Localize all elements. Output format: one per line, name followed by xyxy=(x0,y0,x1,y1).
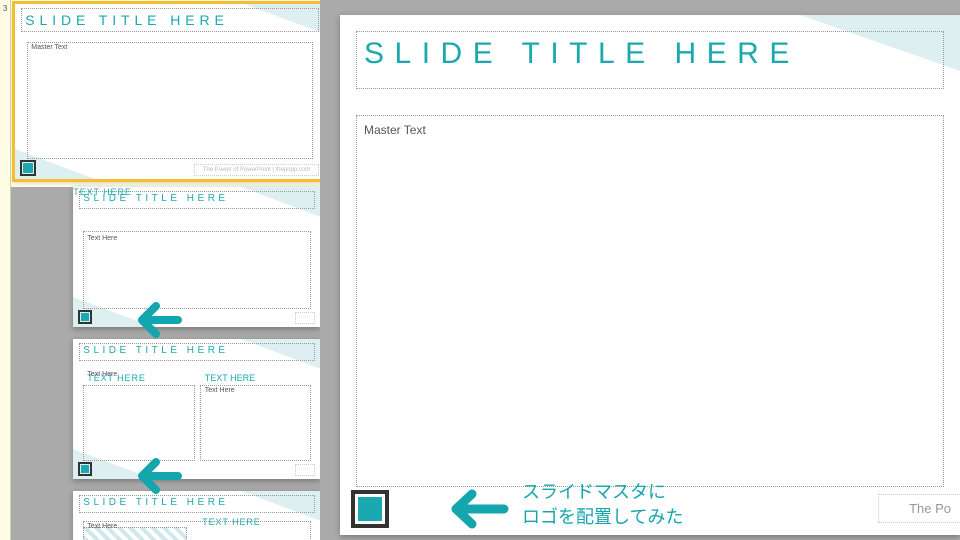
slide-footer: · xyxy=(295,312,315,324)
outline-gutter: 3 xyxy=(0,0,11,540)
slide-footer: · xyxy=(295,464,315,476)
body-placeholder-frame xyxy=(83,521,311,540)
annotation-arrow-icon xyxy=(128,296,188,344)
layout-slide[interactable]: SLIDE TITLE HERE TEXT HERE Text Here · xyxy=(73,187,320,327)
canvas-slide[interactable]: SLIDE TITLE HERE Master Text The Po xyxy=(340,15,960,535)
annotation-line-2: ロゴを配置してみた xyxy=(522,507,683,527)
slide-title[interactable]: SLIDE TITLE HERE xyxy=(364,37,800,71)
logo-icon[interactable] xyxy=(358,497,382,521)
layout-slide[interactable]: SLIDE TITLE HERE TEXT HERE TEXT HERE Tex… xyxy=(73,339,320,479)
slide-footer[interactable]: The Po xyxy=(878,494,960,523)
slide-subtitle-right: TEXT HERE xyxy=(205,373,255,383)
body-placeholder-frame xyxy=(83,385,195,461)
annotation-arrow-icon xyxy=(128,452,188,500)
slide-title: SLIDE TITLE HERE xyxy=(25,12,228,28)
master-thumbnail[interactable]: SLIDE TITLE HERE Master Text The Power o… xyxy=(11,0,320,187)
slide-footer: The Power of PowerPoint | thepopp.com xyxy=(194,164,320,176)
slide-body: Text Here xyxy=(87,235,117,242)
annotation-text: スライドマスタに ロゴを配置してみた xyxy=(522,480,683,530)
annotation-line-1: スライドマスタに xyxy=(522,482,666,502)
logo-icon xyxy=(81,465,89,473)
annotation-arrow-icon xyxy=(442,482,514,536)
slide-canvas-area[interactable]: SLIDE TITLE HERE Master Text The Po xyxy=(320,0,960,540)
slide-body-right: Text Here xyxy=(205,387,235,394)
slide-body: Master Text xyxy=(31,44,67,51)
logo-icon xyxy=(81,313,89,321)
slide-subtitle: TEXT HERE xyxy=(73,187,131,197)
body-placeholder-frame xyxy=(83,231,311,309)
slide-number: 3 xyxy=(3,4,7,13)
slide-body: Text Here xyxy=(87,523,117,530)
body-placeholder-frame[interactable] xyxy=(356,115,944,487)
slide-body[interactable]: Master Text xyxy=(364,123,426,137)
logo-icon xyxy=(23,163,33,173)
body-placeholder-frame xyxy=(200,385,312,461)
layout-slide[interactable]: SLIDE TITLE HERE TEXT HERE Text Here xyxy=(73,491,320,540)
master-slide[interactable]: SLIDE TITLE HERE Master Text The Power o… xyxy=(15,4,320,179)
slide-body-left: Text Here xyxy=(87,371,117,378)
slide-title: SLIDE TITLE HERE xyxy=(83,345,228,356)
body-placeholder-frame xyxy=(27,42,313,159)
